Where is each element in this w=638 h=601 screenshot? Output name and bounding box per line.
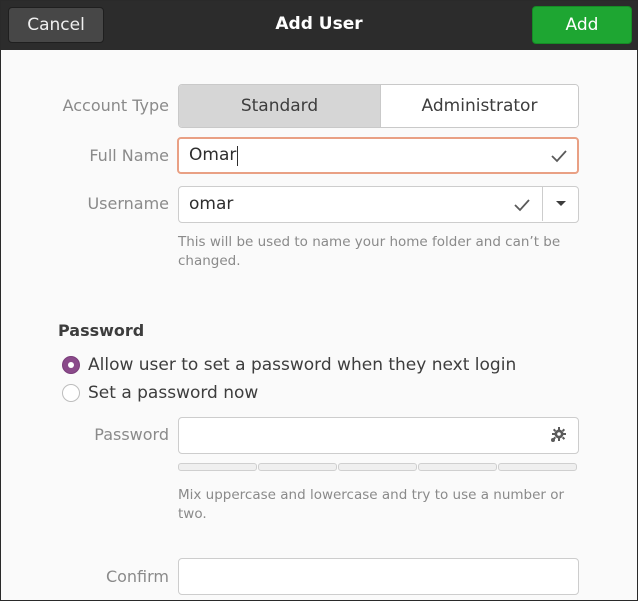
strength-segment [338, 463, 417, 471]
account-type-switch: Standard Administrator [178, 84, 579, 128]
confirm-label: Confirm [105, 567, 169, 586]
cancel-button[interactable]: Cancel [8, 7, 104, 43]
chevron-down-icon [556, 201, 566, 206]
strength-segment [258, 463, 337, 471]
password-strength-hint: Mix uppercase and lowercase and try to u… [178, 487, 565, 522]
confirm-password-field[interactable] [178, 558, 579, 595]
username-combo[interactable]: omar [178, 186, 579, 223]
add-user-dialog: Cancel Add User Add Account Type Standar… [0, 0, 638, 601]
strength-segment [418, 463, 497, 471]
username-dropdown-button[interactable] [542, 186, 578, 221]
username-value: omar [189, 194, 234, 214]
gear-icon[interactable] [548, 425, 568, 445]
check-icon [551, 150, 567, 163]
password-field[interactable] [178, 417, 579, 454]
strength-segment [498, 463, 577, 471]
radio-selected-icon [62, 356, 80, 374]
add-button[interactable]: Add [532, 6, 632, 44]
radio-set-now-label: Set a password now [88, 383, 259, 403]
check-icon [514, 199, 530, 212]
password-section-title: Password [58, 321, 145, 340]
radio-unselected-icon [62, 384, 80, 402]
strength-segment [178, 463, 257, 471]
account-type-label: Account Type [62, 96, 169, 115]
dialog-title: Add User [275, 14, 363, 34]
header-bar: Cancel Add User Add [1, 1, 637, 50]
account-type-administrator-button[interactable]: Administrator [381, 85, 578, 127]
password-strength-bar [178, 463, 577, 473]
full-name-label: Full Name [89, 146, 169, 165]
password-label: Password [94, 425, 169, 444]
account-type-standard-button[interactable]: Standard [179, 85, 381, 127]
username-hint: This will be used to name your home fold… [178, 234, 561, 269]
text-cursor [237, 146, 238, 166]
username-label: Username [87, 194, 169, 213]
radio-next-login-label: Allow user to set a password when they n… [88, 355, 517, 375]
full-name-value: Omar [189, 145, 237, 165]
full-name-field[interactable]: Omar [177, 137, 579, 174]
